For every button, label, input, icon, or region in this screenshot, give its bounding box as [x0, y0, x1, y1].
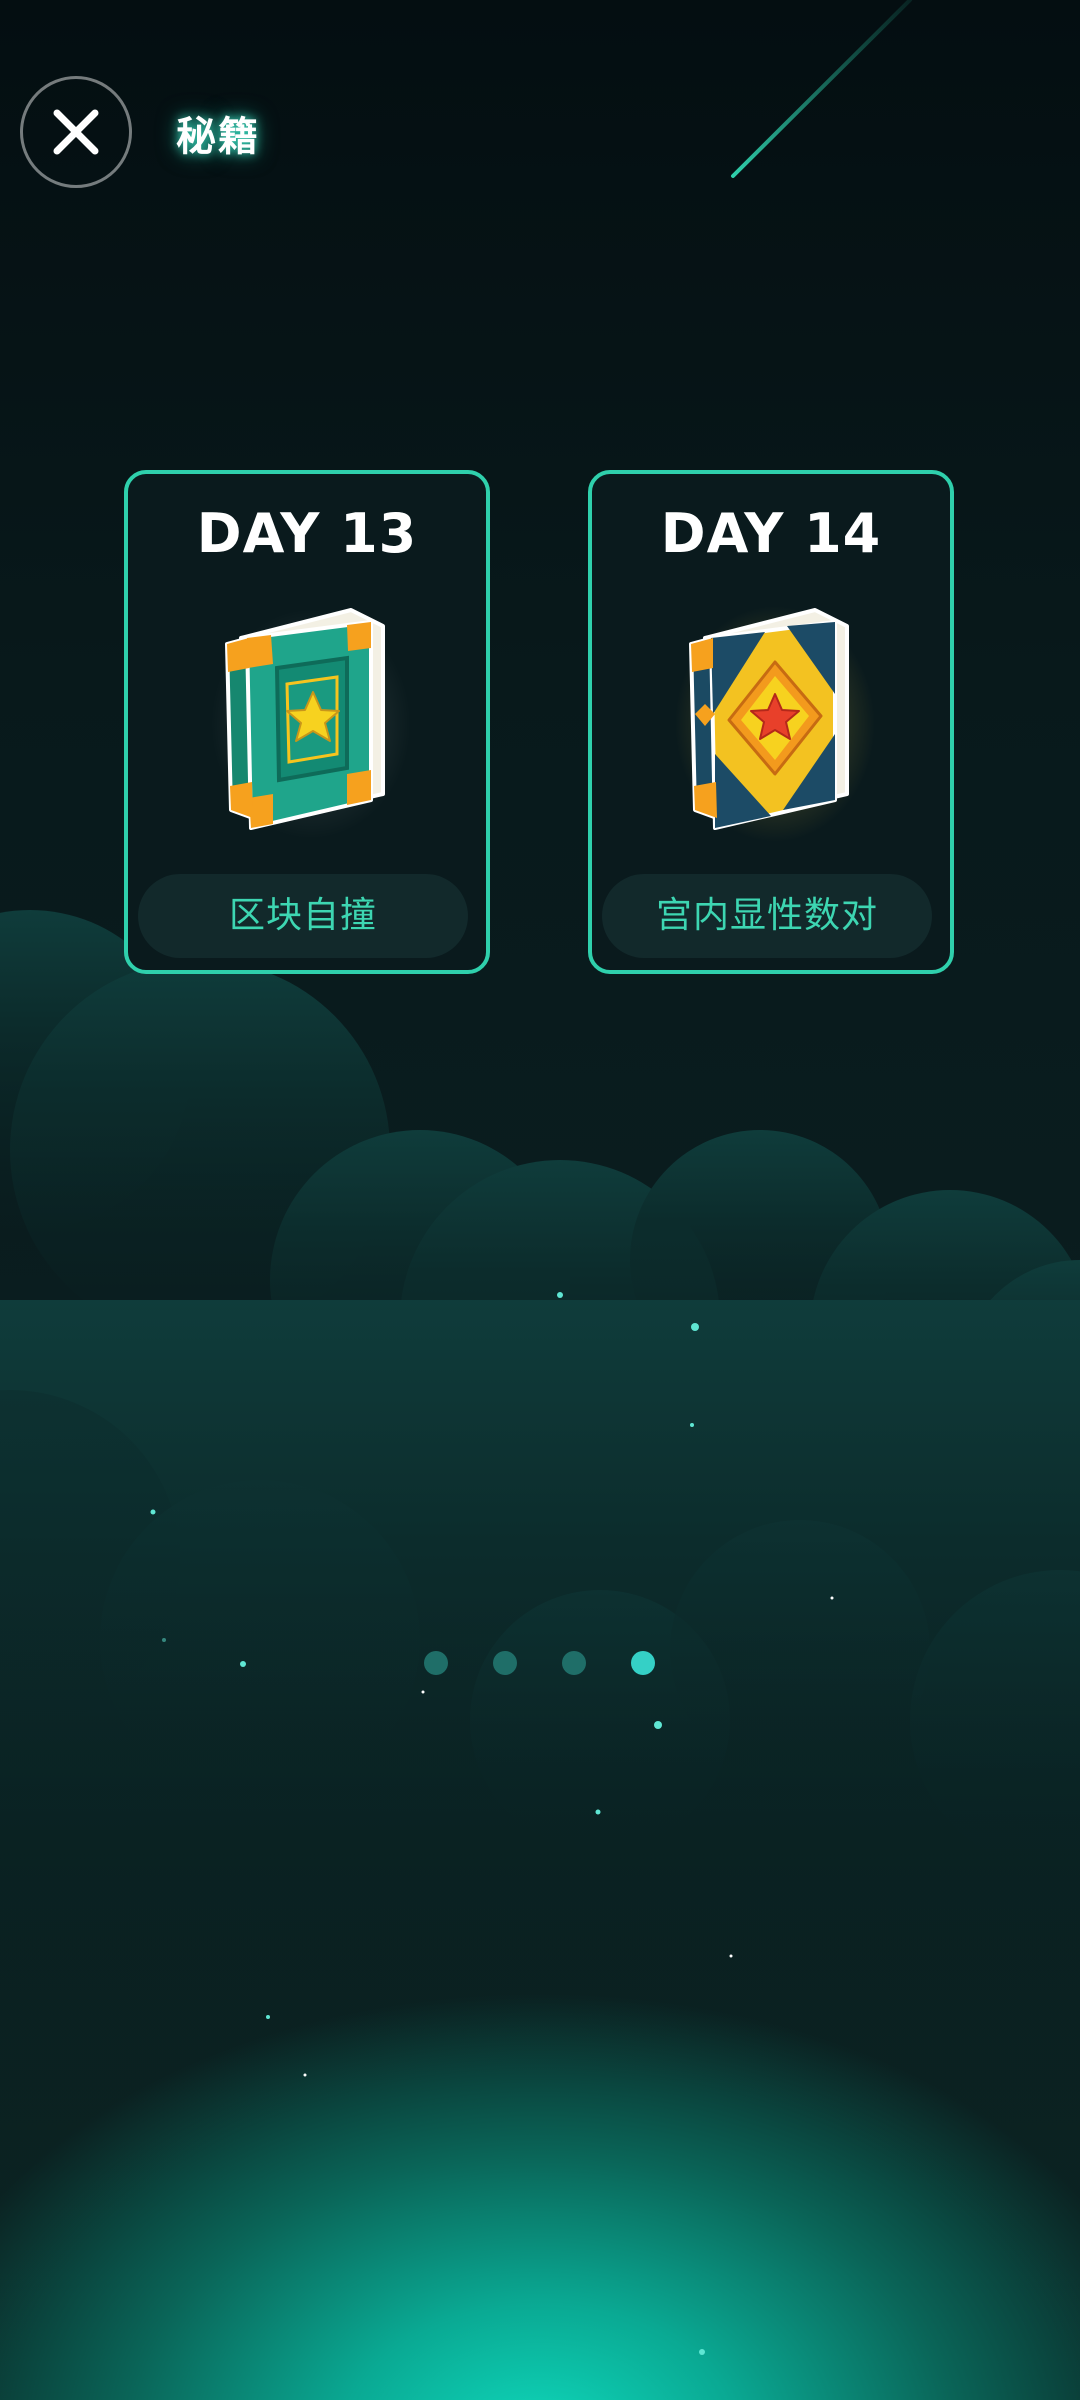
- card-technique-label: 区块自撞: [138, 874, 468, 958]
- page-title: 秘籍: [176, 114, 260, 160]
- day-card-14[interactable]: DAY 14 宫内显性数对: [588, 470, 954, 974]
- page-dot-2[interactable]: [493, 1651, 517, 1675]
- page-dot-1[interactable]: [424, 1651, 448, 1675]
- background-clouds: [0, 0, 1080, 2355]
- page-dot-4[interactable]: [631, 1651, 655, 1675]
- gold-star-book-icon: [675, 606, 875, 842]
- close-icon: [53, 109, 99, 155]
- green-star-book-icon: [211, 608, 411, 839]
- card-technique-label: 宫内显性数对: [602, 874, 932, 958]
- close-button[interactable]: [20, 76, 132, 188]
- day-card-13[interactable]: DAY 13 区块自撞: [124, 470, 490, 974]
- card-day-label: DAY 13: [196, 502, 418, 565]
- card-day-label: DAY 14: [660, 502, 882, 565]
- page-dot-3[interactable]: [562, 1651, 586, 1675]
- pagination-dots: [0, 1651, 1080, 1675]
